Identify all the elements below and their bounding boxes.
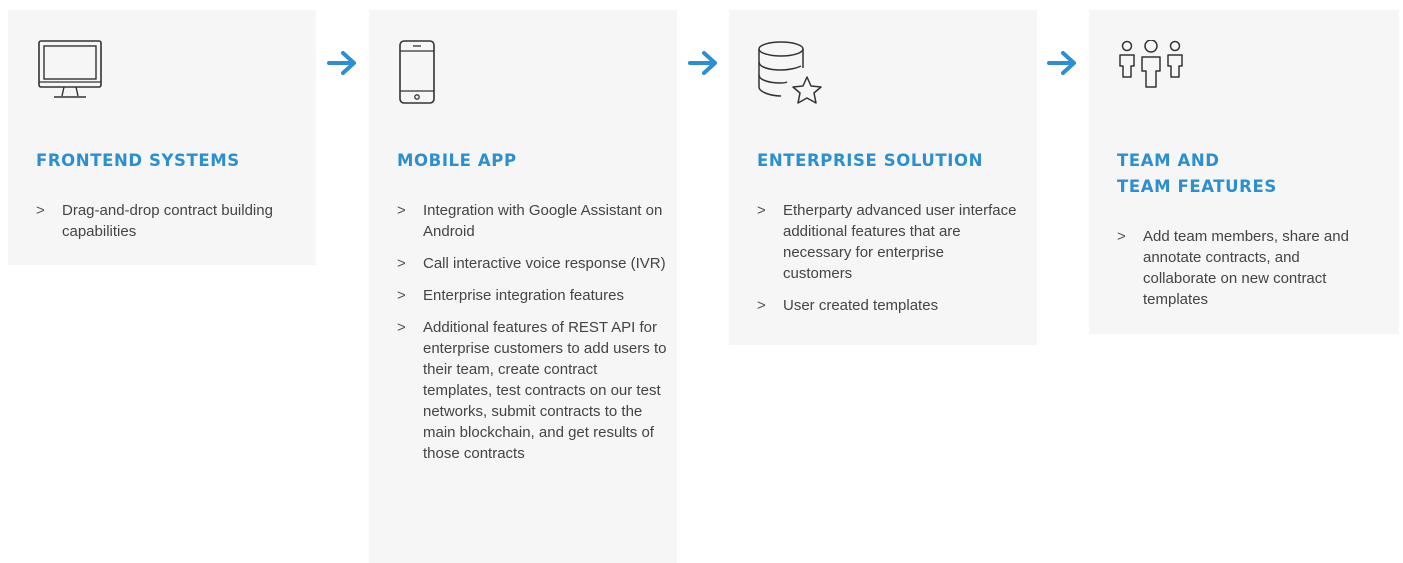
list-item: > User created templates [757, 297, 939, 314]
list-item: > Additional features of REST API for ent… [397, 319, 667, 462]
arrow-right-icon [688, 51, 717, 75]
frontend-systems-card: FRONTEND SYSTEMS > Drag-and-drop contract… [8, 10, 316, 265]
database-star-icon [758, 41, 822, 104]
enterprise-solution-card: ENTERPRISE SOLUTION > Etherparty advanced… [729, 10, 1037, 345]
list-item: > Etherparty advanced user interface addi… [757, 202, 1017, 282]
arrow-right-icon [327, 51, 356, 75]
smartphone-icon [399, 40, 435, 104]
mobile-app-card: MOBILE APP > Integration with Google Assi… [369, 10, 677, 563]
list-item: > Add team members, share and annotate co… [1117, 228, 1349, 308]
list-item: > Enterprise integration features [397, 287, 624, 304]
list-item: > Drag-and-drop contract building capabil… [36, 202, 273, 240]
feature-list: > Drag-and-drop contract building capabil… [36, 200, 296, 253]
monitor-icon [38, 40, 102, 98]
column-title: MOBILE APP [397, 151, 517, 170]
team-icon [1119, 40, 1183, 88]
arrow-right-icon [1047, 51, 1076, 75]
list-item: > Integration with Google Assistant on An… [397, 202, 663, 240]
feature-list: > Integration with Google Assistant on An… [397, 200, 667, 475]
column-title: TEAM AND TEAM FEATURES [1117, 151, 1277, 196]
column-title: ENTERPRISE SOLUTION [757, 151, 984, 170]
team-features-card: TEAM AND TEAM FEATURES > Add team members… [1089, 10, 1399, 334]
feature-list: > Add team members, share and annotate co… [1117, 226, 1367, 321]
list-item: > Call interactive voice response (IVR) [397, 255, 666, 272]
feature-list: > Etherparty advanced user interface addi… [757, 200, 1017, 327]
column-title: FRONTEND SYSTEMS [36, 151, 240, 170]
